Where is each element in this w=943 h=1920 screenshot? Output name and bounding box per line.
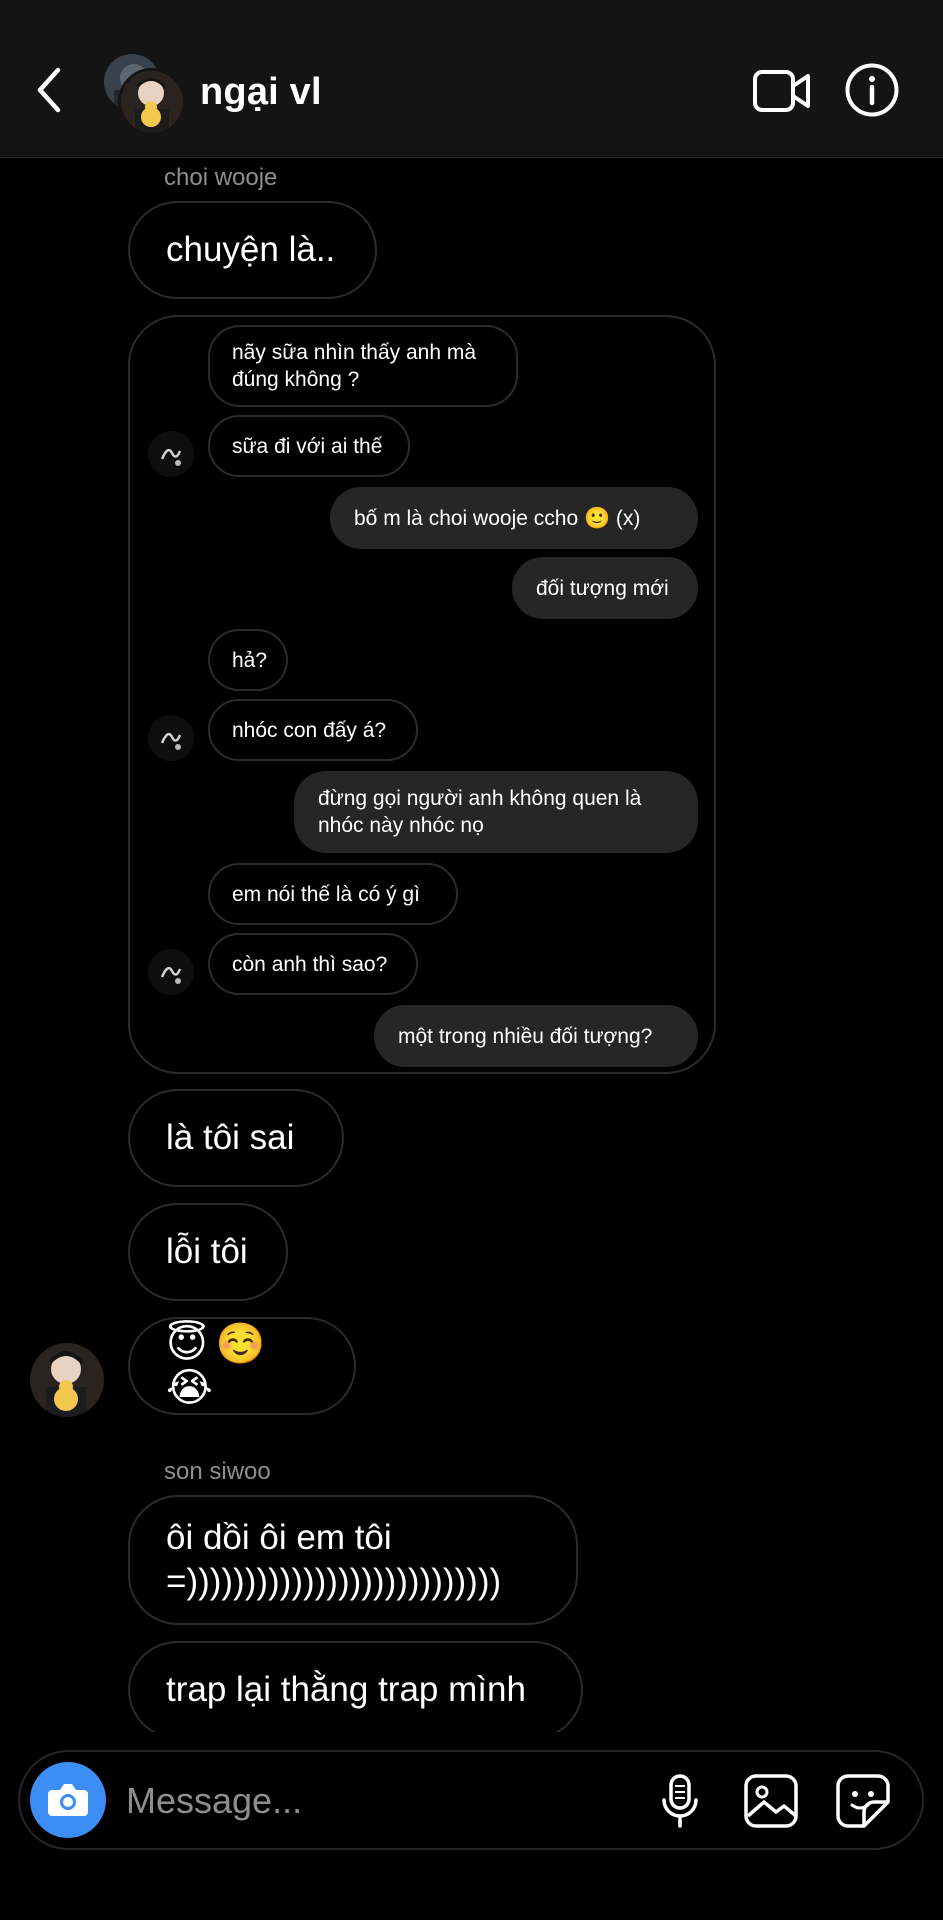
sender-name: son siwoo bbox=[164, 1458, 271, 1485]
quoted-text: nhóc con đấy á? bbox=[232, 718, 387, 742]
message-bubble[interactable]: là tôi sai bbox=[128, 1089, 344, 1187]
quoted-text: một trong nhiều đối tượng? bbox=[398, 1024, 653, 1048]
avatar bbox=[148, 431, 194, 477]
sender-name: choi wooje bbox=[164, 164, 278, 191]
emoji-message-bubble[interactable]: 😇☺️😭 bbox=[128, 1317, 356, 1415]
video-call-icon[interactable] bbox=[752, 66, 812, 116]
message-text: 😇☺️😭 bbox=[166, 1322, 274, 1410]
chat-header: ngại vl bbox=[0, 0, 943, 158]
message-text: là tôi sai bbox=[166, 1118, 295, 1157]
quoted-message-incoming: nãy sữa nhìn thấy anh mà đúng không ? bbox=[208, 325, 518, 407]
gallery-icon[interactable] bbox=[742, 1772, 800, 1830]
quoted-text: nãy sữa nhìn thấy anh mà đúng không ? bbox=[232, 341, 477, 391]
quoted-text: em nói thế là có ý gì bbox=[232, 882, 420, 906]
chat-title[interactable]: ngại vl bbox=[200, 68, 322, 116]
quoted-message-outgoing: một trong nhiều đối tượng? bbox=[374, 1005, 698, 1067]
microphone-icon[interactable] bbox=[656, 1772, 704, 1830]
quoted-message-incoming: nhóc con đấy á? bbox=[208, 699, 418, 761]
group-avatar[interactable] bbox=[104, 54, 186, 136]
quoted-message-incoming: còn anh thì sao? bbox=[208, 933, 418, 995]
quoted-message-outgoing: bố m là choi wooje ccho 🙂 (x) bbox=[330, 487, 698, 549]
message-bubble[interactable]: lỗi tôi bbox=[128, 1203, 288, 1301]
message-input[interactable] bbox=[124, 1774, 548, 1828]
message-bubble[interactable]: chuyện là.. bbox=[128, 201, 377, 299]
message-bubble[interactable]: trap lại thằng trap mình bbox=[128, 1641, 583, 1732]
message-text: ôi dồi ôi em tôi =))))))))))))))))))))))… bbox=[166, 1518, 502, 1601]
avatar bbox=[148, 715, 194, 761]
camera-button[interactable] bbox=[30, 1762, 106, 1838]
message-text: chuyện là.. bbox=[166, 230, 336, 269]
quoted-message-incoming: sữa đi với ai thế bbox=[208, 415, 410, 477]
quoted-text: sữa đi với ai thế bbox=[232, 434, 383, 458]
quoted-message-outgoing: đối tượng mới bbox=[512, 557, 698, 619]
info-icon[interactable] bbox=[844, 62, 900, 118]
quoted-message-incoming: em nói thế là có ý gì bbox=[208, 863, 458, 925]
shared-conversation[interactable]: nãy sữa nhìn thấy anh mà đúng không ? sữ… bbox=[128, 315, 716, 1074]
chevron-left-icon[interactable] bbox=[30, 62, 70, 118]
avatar bbox=[148, 949, 194, 995]
quoted-text: đừng gọi người anh không quen là nhóc nà… bbox=[318, 787, 642, 837]
quoted-text: hả? bbox=[232, 648, 268, 672]
message-composer bbox=[18, 1750, 924, 1850]
avatar[interactable] bbox=[30, 1343, 104, 1417]
avatar-front bbox=[118, 68, 186, 136]
camera-icon bbox=[48, 1784, 88, 1816]
sticker-icon[interactable] bbox=[834, 1772, 892, 1830]
quoted-text: bố m là choi wooje ccho 🙂 (x) bbox=[354, 506, 641, 530]
message-bubble[interactable]: ôi dồi ôi em tôi =))))))))))))))))))))))… bbox=[128, 1495, 578, 1625]
message-thread[interactable]: choi wooje chuyện là.. nãy sữa nhìn thấy… bbox=[0, 157, 943, 1732]
quoted-message-incoming: hả? bbox=[208, 629, 288, 691]
message-text: lỗi tôi bbox=[166, 1232, 248, 1271]
quoted-message-outgoing: đừng gọi người anh không quen là nhóc nà… bbox=[294, 771, 698, 853]
quoted-text: đối tượng mới bbox=[536, 576, 669, 600]
quoted-text: còn anh thì sao? bbox=[232, 952, 388, 976]
message-text: trap lại thằng trap mình bbox=[166, 1670, 526, 1709]
